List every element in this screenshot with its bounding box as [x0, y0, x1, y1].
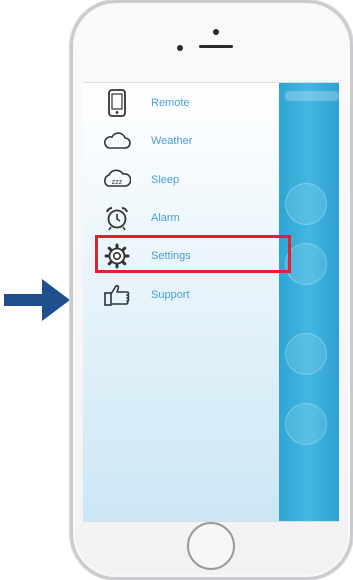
menu-item-weather[interactable]: Weather	[103, 125, 273, 157]
phone-screen: Remote Weather zzz Sleep Alarm Settings …	[83, 82, 339, 522]
content-dial	[285, 183, 327, 225]
home-button[interactable]	[187, 522, 235, 570]
pointer-arrow-icon	[4, 279, 70, 321]
menu-item-sleep[interactable]: zzz Sleep	[103, 164, 273, 196]
content-dial	[285, 243, 327, 285]
menu-item-support[interactable]: Support	[103, 279, 273, 311]
menu-item-remote[interactable]: Remote	[103, 87, 273, 119]
phone-frame: Remote Weather zzz Sleep Alarm Settings …	[70, 0, 353, 580]
cloud-icon	[103, 127, 131, 155]
menu-item-label: Support	[151, 289, 190, 301]
main-content-peek[interactable]	[279, 83, 339, 521]
thumbs-up-icon	[103, 281, 131, 309]
sleep-icon: zzz	[103, 166, 131, 194]
front-camera	[177, 45, 183, 51]
settings-highlight-box	[95, 235, 291, 273]
menu-item-label: Alarm	[151, 212, 180, 224]
content-dial	[285, 403, 327, 445]
menu-item-label: Sleep	[151, 174, 180, 186]
alarm-clock-icon	[103, 204, 131, 232]
front-sensor	[213, 29, 219, 35]
menu-item-alarm[interactable]: Alarm	[103, 202, 273, 234]
menu-item-label: Weather	[151, 135, 193, 147]
phone-icon	[103, 89, 131, 117]
content-dial	[285, 333, 327, 375]
menu-item-label: Remote	[151, 97, 190, 109]
content-header-bar	[285, 91, 339, 101]
earpiece-speaker	[199, 45, 233, 48]
svg-text:zzz: zzz	[112, 179, 123, 186]
side-menu: Remote Weather zzz Sleep Alarm Settings …	[83, 83, 279, 521]
